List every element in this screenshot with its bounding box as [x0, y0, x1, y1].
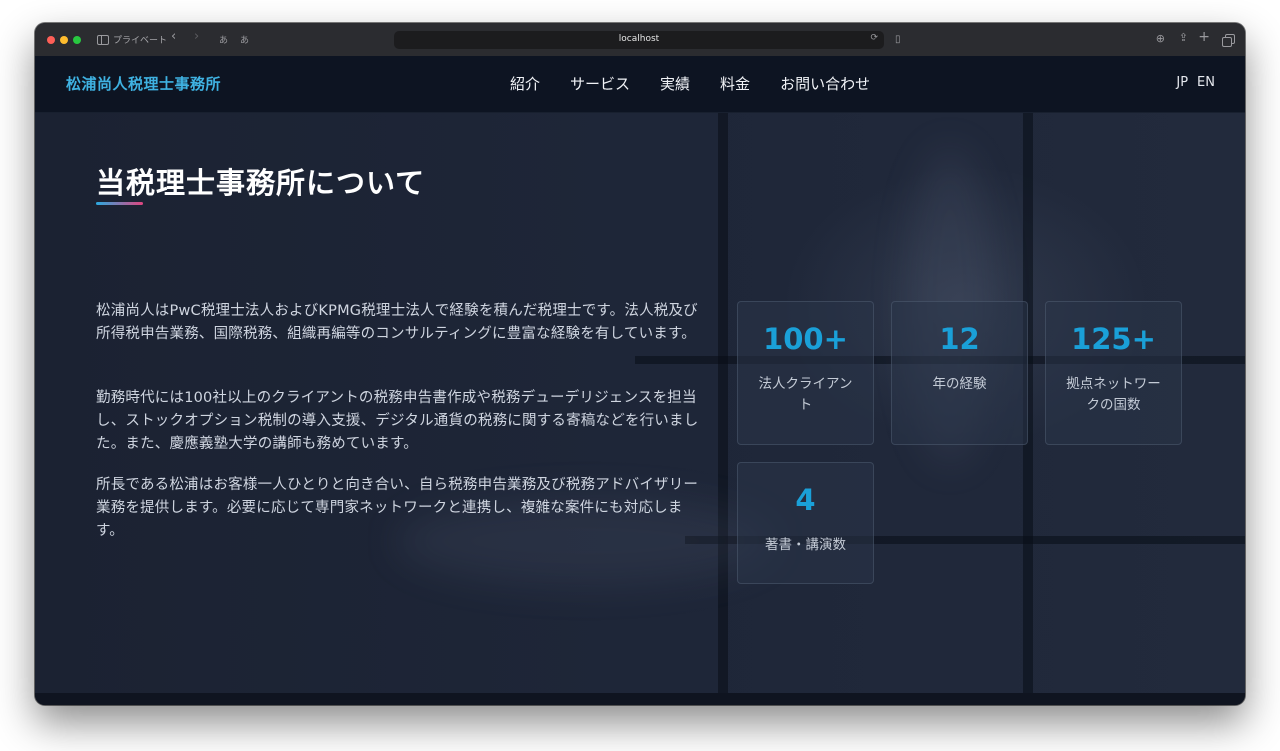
private-mode-label: プライベート [113, 36, 168, 46]
browser-window: プライベート ‹ › あ あ localhost ⟳ ▯ ⊕ ⇪ + 松浦尚人税… [35, 23, 1245, 705]
about-paragraph: 所長である松浦はお客様一人ひとりと向き合い、自ら税務申告業務及び税務アドバイザリ… [96, 477, 699, 539]
text-size-icon[interactable]: あ [240, 33, 249, 49]
share-icon[interactable]: ⇪ [1179, 30, 1188, 46]
site-logo[interactable]: 松浦尚人税理士事務所 [66, 73, 221, 94]
stat-label: 拠点ネットワークの国数 [1066, 376, 1161, 413]
about-paragraph: 勤務時代には100社以上のクライアントの税務申告書作成や税務デューデリジェンスを… [96, 390, 699, 452]
reload-icon[interactable]: ⟳ [870, 33, 878, 43]
address-bar[interactable]: localhost ⟳ [394, 31, 884, 49]
nav-item-pricing[interactable]: 料金 [720, 73, 750, 94]
new-tab-icon[interactable]: + [1198, 29, 1210, 45]
nav-item-results[interactable]: 実績 [660, 73, 690, 94]
lang-jp-link[interactable]: JP [1176, 75, 1188, 90]
stat-card-network: 125+ 拠点ネットワークの国数 [1045, 301, 1182, 445]
nav-item-about[interactable]: 紹介 [510, 73, 540, 94]
stat-card-clients: 100+ 法人クライアント [737, 301, 874, 445]
bg-window-frame [718, 56, 728, 705]
stat-card-experience: 12 年の経験 [891, 301, 1028, 445]
stat-label: 年の経験 [932, 376, 987, 392]
stat-card-publications: 4 著書・講演数 [737, 462, 874, 584]
close-window-button[interactable] [47, 36, 55, 44]
stat-value: 125+ [1071, 322, 1156, 356]
sidebar-toggle-icon[interactable] [97, 35, 109, 45]
download-icon[interactable]: ⊕ [1156, 31, 1165, 47]
minimize-window-button[interactable] [60, 36, 68, 44]
about-paragraph: 松浦尚人はPwC税理士法人およびKPMG税理士法人で経験を積んだ税理士です。法人… [96, 303, 698, 342]
zoom-window-button[interactable] [73, 36, 81, 44]
nav-item-contact[interactable]: お問い合わせ [780, 73, 870, 94]
reader-text-icon[interactable]: あ [219, 33, 228, 49]
main-menu: 紹介 サービス 実績 料金 お問い合わせ [510, 73, 870, 94]
web-page: 松浦尚人税理士事務所 紹介 サービス 実績 料金 お問い合わせ JP EN 当税… [35, 56, 1245, 705]
extension-icon[interactable]: ▯ [895, 32, 901, 48]
tab-overview-icon[interactable] [1222, 34, 1235, 47]
top-navbar: 松浦尚人税理士事務所 紹介 サービス 実績 料金 お問い合わせ JP EN [35, 56, 1245, 113]
section-title: 当税理士事務所について [96, 166, 426, 200]
stat-value: 4 [795, 483, 816, 517]
stat-value: 100+ [763, 322, 848, 356]
nav-item-services[interactable]: サービス [570, 73, 630, 94]
stat-label: 著書・講演数 [765, 537, 846, 553]
stat-value: 12 [939, 322, 980, 356]
lang-en-link[interactable]: EN [1197, 75, 1215, 90]
language-switcher: JP EN [1176, 75, 1215, 90]
stat-label: 法人クライアント [758, 376, 853, 413]
forward-icon[interactable]: › [194, 29, 199, 45]
back-icon[interactable]: ‹ [171, 29, 176, 45]
title-underline [96, 202, 143, 205]
url-text: localhost [618, 34, 660, 44]
next-section-edge [35, 693, 1245, 705]
browser-toolbar: プライベート ‹ › あ あ localhost ⟳ ▯ ⊕ ⇪ + [35, 23, 1245, 57]
